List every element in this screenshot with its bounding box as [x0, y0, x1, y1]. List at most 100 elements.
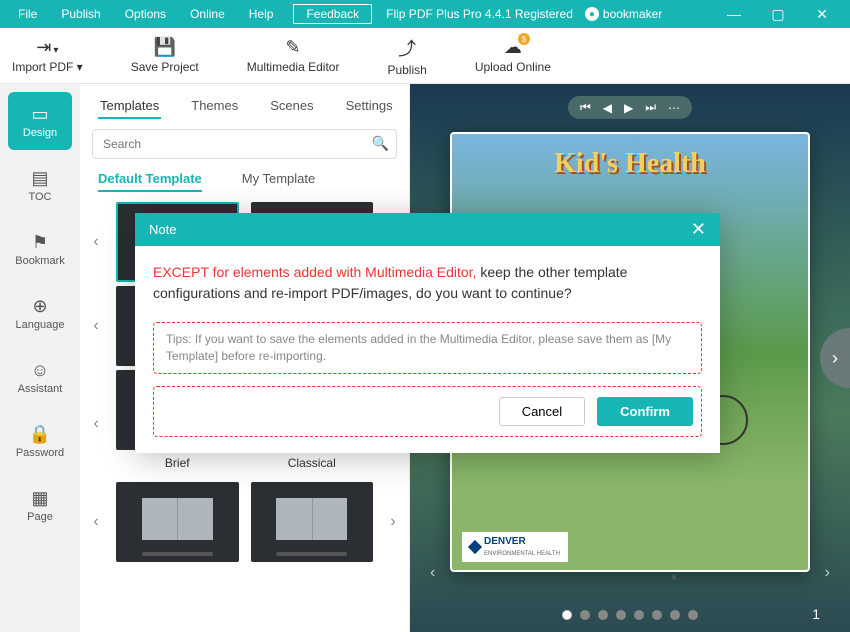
- tab-themes[interactable]: Themes: [189, 94, 240, 119]
- template-row1-prev[interactable]: ‹: [88, 202, 104, 282]
- book-title: Kid's Health: [452, 134, 808, 180]
- publish-label: Publish: [387, 63, 426, 77]
- preview-dot[interactable]: [634, 610, 644, 620]
- upload-online-label: Upload Online: [475, 60, 551, 74]
- minimize-button[interactable]: —: [714, 6, 754, 22]
- template-row2-prev[interactable]: ‹: [88, 286, 104, 366]
- search-icon[interactable]: 🔍: [372, 135, 389, 152]
- user-name: bookmaker: [603, 7, 662, 21]
- edit-icon: ✎: [286, 37, 301, 58]
- nav-design-label: Design: [23, 127, 57, 139]
- language-icon: ⊕: [32, 296, 47, 317]
- nav-language[interactable]: ⊕ Language: [8, 284, 72, 342]
- preview-dot[interactable]: [616, 610, 626, 620]
- app-title: Flip PDF Plus Pro 4.4.1 Registered: [386, 7, 573, 21]
- dialog-body-highlight: EXCEPT for elements added with Multimedi…: [153, 264, 476, 280]
- feedback-button[interactable]: Feedback: [293, 4, 372, 24]
- preview-dot[interactable]: [688, 610, 698, 620]
- preview-dot[interactable]: [670, 610, 680, 620]
- nav-page-label: Page: [27, 511, 53, 523]
- template-thumb[interactable]: [116, 482, 239, 562]
- design-icon: ▭: [31, 104, 48, 125]
- nav-toc[interactable]: ▤ TOC: [8, 156, 72, 214]
- menu-help[interactable]: Help: [239, 3, 284, 25]
- menu-options[interactable]: Options: [115, 3, 176, 25]
- preview-page-number: 1: [812, 606, 820, 622]
- save-icon: 💾: [154, 37, 176, 58]
- preview-dot[interactable]: [652, 610, 662, 620]
- password-icon: 🔒: [29, 424, 51, 445]
- dialog-header: Note ✕: [135, 213, 720, 246]
- menu-file[interactable]: File: [8, 3, 47, 25]
- preview-dot[interactable]: [598, 610, 608, 620]
- template-thumb[interactable]: [251, 482, 374, 562]
- publish-button[interactable]: ⤴ Publish: [387, 35, 426, 77]
- confirm-button[interactable]: Confirm: [597, 397, 693, 426]
- preview-prev-icon[interactable]: ◀: [603, 101, 612, 115]
- preview-last-icon[interactable]: ⏭: [645, 100, 656, 115]
- page-icon: ▦: [31, 488, 48, 509]
- cancel-button[interactable]: Cancel: [499, 397, 585, 426]
- publish-icon: ⤴: [398, 35, 416, 61]
- tab-scenes[interactable]: Scenes: [268, 94, 315, 119]
- dialog-footer: Cancel Confirm: [153, 386, 702, 437]
- multimedia-editor-button[interactable]: ✎ Multimedia Editor: [247, 37, 340, 74]
- preview-dot[interactable]: [580, 610, 590, 620]
- preview-next-icon[interactable]: ▶: [624, 101, 633, 115]
- preview-more-icon[interactable]: ⋯: [668, 101, 680, 115]
- subtab-my-template[interactable]: My Template: [242, 171, 315, 192]
- close-window-button[interactable]: ✕: [802, 6, 842, 23]
- menubar: File Publish Options Online Help Feedbac…: [0, 0, 850, 28]
- toc-icon: ▤: [31, 168, 48, 189]
- maximize-button[interactable]: ▢: [758, 6, 798, 23]
- user-account[interactable]: ● bookmaker: [585, 7, 662, 21]
- template-row4-prev[interactable]: ‹: [88, 482, 104, 562]
- denver-badge: DENVER ENVIRONMENTAL HEALTH: [462, 532, 568, 562]
- upload-online-button[interactable]: ☁$ Upload Online: [475, 37, 551, 74]
- menu-publish[interactable]: Publish: [51, 3, 110, 25]
- nav-password[interactable]: 🔒 Password: [8, 412, 72, 470]
- nav-password-label: Password: [16, 447, 64, 459]
- preview-small-next-icon[interactable]: ›: [825, 564, 830, 582]
- menu-online[interactable]: Online: [180, 3, 235, 25]
- import-pdf-button[interactable]: ⇥▾ Import PDF ▾: [12, 37, 83, 74]
- nav-design[interactable]: ▭ Design: [8, 92, 72, 150]
- template-label: Brief: [116, 450, 239, 478]
- bookmark-icon: ⚑: [32, 232, 48, 253]
- preview-first-icon[interactable]: ⏮: [580, 100, 591, 115]
- search-input[interactable]: [92, 129, 397, 159]
- denver-sublabel: ENVIRONMENTAL HEALTH: [484, 551, 560, 557]
- subtab-default-template[interactable]: Default Template: [98, 171, 202, 192]
- preview-toolbar: ⏮ ◀ ▶ ⏭ ⋯: [568, 96, 692, 119]
- denver-logo-icon: [468, 540, 482, 554]
- preview-dot[interactable]: [562, 610, 572, 620]
- import-pdf-label: Import PDF ▾: [12, 60, 83, 74]
- toolbar: ⇥▾ Import PDF ▾ 💾 Save Project ✎ Multime…: [0, 28, 850, 84]
- nav-language-label: Language: [16, 319, 65, 331]
- tab-settings[interactable]: Settings: [344, 94, 395, 119]
- nav-bookmark[interactable]: ⚑ Bookmark: [8, 220, 72, 278]
- dialog-title: Note: [149, 222, 176, 237]
- nav-page[interactable]: ▦ Page: [8, 476, 72, 534]
- template-row4-next[interactable]: ›: [385, 482, 401, 562]
- template-row3-prev[interactable]: ‹: [88, 370, 104, 478]
- dialog-tips: Tips: If you want to save the elements a…: [153, 322, 702, 374]
- template-label: Classical: [251, 450, 374, 478]
- save-project-button[interactable]: 💾 Save Project: [131, 37, 199, 74]
- upload-badge: $: [518, 33, 530, 45]
- nav-bookmark-label: Bookmark: [15, 255, 65, 267]
- user-icon: ●: [585, 7, 599, 21]
- cloud-upload-icon: ☁$: [504, 37, 522, 58]
- tab-templates[interactable]: Templates: [98, 94, 161, 119]
- preview-next-page[interactable]: ›: [820, 328, 850, 388]
- preview-dots: [562, 610, 698, 620]
- assistant-icon: ☺: [31, 360, 49, 381]
- save-project-label: Save Project: [131, 60, 199, 74]
- nav-assistant-label: Assistant: [18, 383, 63, 395]
- left-nav: ▭ Design ▤ TOC ⚑ Bookmark ⊕ Language ☺ A…: [0, 84, 80, 632]
- template-subtabs: Default Template My Template: [80, 163, 409, 200]
- nav-assistant[interactable]: ☺ Assistant: [8, 348, 72, 406]
- preview-small-prev-icon[interactable]: ‹: [430, 564, 435, 582]
- dialog-close-icon[interactable]: ✕: [691, 219, 706, 240]
- note-dialog: Note ✕ EXCEPT for elements added with Mu…: [135, 213, 720, 453]
